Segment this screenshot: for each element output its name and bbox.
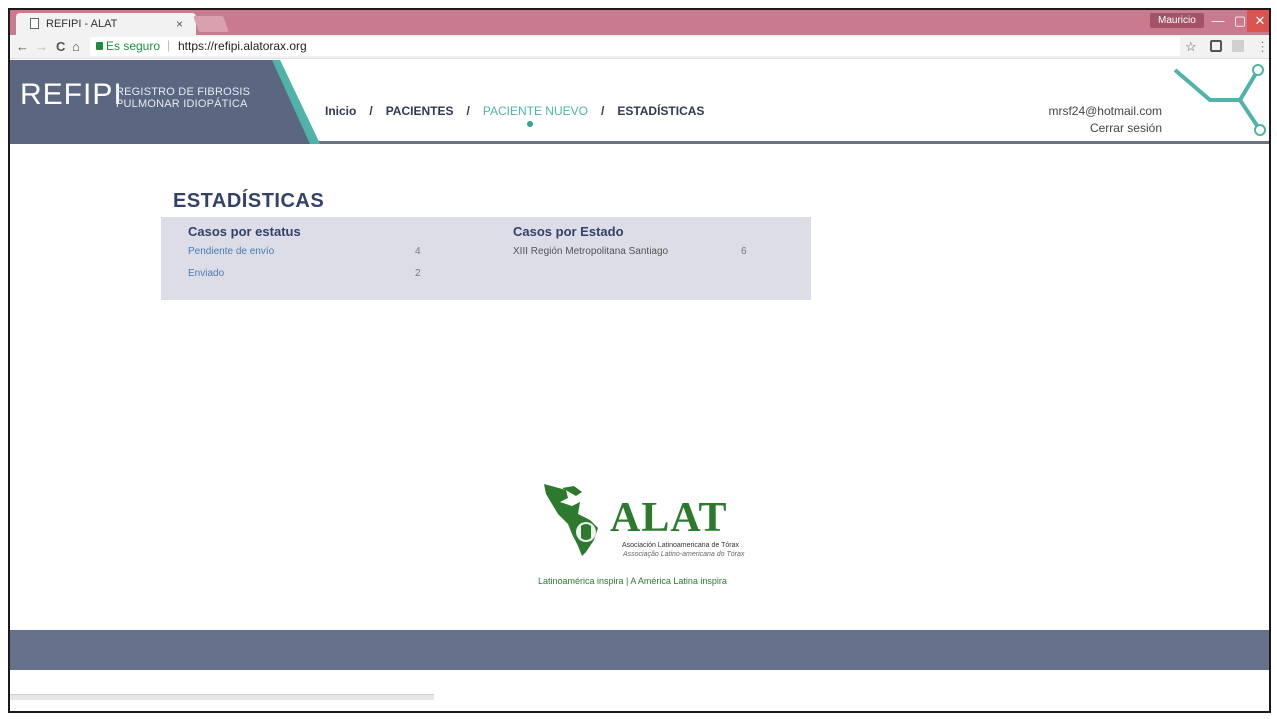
logout-link[interactable]: Cerrar sesión	[1090, 121, 1162, 135]
address-bar[interactable]: Es seguro | https://refipi.alatorax.org	[90, 37, 1180, 56]
alat-logo: ALAT Asociación Latinoamericana de Tórax…	[538, 480, 758, 595]
nav-estadisticas[interactable]: ESTADÍSTICAS	[617, 104, 704, 118]
close-window-button[interactable]: ✕	[1247, 10, 1269, 32]
secure-label: Es seguro	[106, 39, 161, 53]
alat-subtitle-es: Asociación Latinoamericana de Tórax	[622, 542, 739, 549]
status-row-label[interactable]: Pendiente de envío	[188, 246, 274, 257]
back-icon[interactable]: ←	[16, 39, 29, 54]
logo-subtitle: PULMONAR IDIOPÁTICA	[116, 98, 248, 110]
browser-window: REFIPI - ALAT × Mauricio — ▢ ✕ ← → C ⌂ E…	[8, 8, 1271, 713]
status-bar	[10, 694, 434, 700]
lock-icon	[96, 42, 103, 50]
url-text[interactable]: https://refipi.alatorax.org	[178, 39, 307, 53]
new-tab-button[interactable]	[193, 16, 229, 32]
alat-name: ALAT	[610, 495, 728, 541]
page-footer	[10, 630, 1269, 670]
toolbar: ← → C ⌂ Es seguro | https://refipi.alato…	[10, 35, 1269, 59]
alat-subtitle-pt: Associação Latino-americana do Tórax	[623, 551, 745, 558]
active-indicator-dot	[526, 121, 533, 127]
status-section-heading: Casos por estatus	[188, 224, 301, 239]
profile-button[interactable]: Mauricio	[1150, 13, 1204, 28]
tab-title: REFIPI - ALAT	[46, 18, 118, 30]
state-row-label: XIII Región Metropolitana Santiago	[513, 246, 669, 257]
nav-paciente-nuevo-label: PACIENTE NUEVO	[482, 104, 588, 118]
home-icon[interactable]: ⌂	[72, 39, 80, 54]
extension-icon[interactable]	[1232, 40, 1244, 52]
state-row-value: 6	[741, 246, 747, 257]
nav-separator: /	[466, 104, 470, 118]
page-title: ESTADÍSTICAS	[173, 190, 325, 212]
tab-strip: REFIPI - ALAT × Mauricio — ▢ ✕	[10, 10, 1269, 35]
nav-pacientes[interactable]: PACIENTES	[386, 104, 454, 118]
url-separator: |	[167, 38, 171, 52]
user-email: mrsf24@hotmail.com	[1048, 104, 1162, 118]
alat-tagline: Latinoamérica inspira | A América Latina…	[538, 576, 727, 586]
americas-map-icon	[544, 484, 598, 556]
forward-icon[interactable]: →	[35, 39, 48, 54]
page-icon	[30, 18, 39, 29]
app-header: REFIPI REGISTRO DE FIBROSIS PULMONAR IDI…	[10, 60, 1269, 144]
breadcrumb: Inicio / PACIENTES / PACIENTE NUEVO / ESTADÍST…	[325, 104, 704, 127]
molecule-decoration-icon	[1173, 64, 1266, 136]
status-row-value: 4	[415, 246, 421, 257]
logo-text: REFIPI	[20, 78, 123, 111]
reload-icon[interactable]: C	[56, 39, 65, 54]
nav-paciente-nuevo[interactable]: PACIENTE NUEVO	[482, 104, 588, 127]
logo[interactable]: REFIPI REGISTRO DE FIBROSIS PULMONAR IDI…	[10, 60, 320, 144]
stats-panel: Casos por estatus Pendiente de envío 4 E…	[161, 217, 811, 300]
tab-close-icon[interactable]: ×	[176, 17, 183, 31]
browser-tab[interactable]: REFIPI - ALAT ×	[16, 13, 196, 35]
nav-inicio[interactable]: Inicio	[325, 104, 356, 118]
nav-separator: /	[369, 104, 373, 118]
status-row-value: 2	[415, 268, 421, 279]
status-row-label[interactable]: Enviado	[188, 268, 224, 279]
nav-separator: /	[600, 104, 605, 118]
logo-subtitle: REGISTRO DE FIBROSIS	[116, 86, 251, 98]
menu-icon[interactable]: ⋮	[1256, 39, 1269, 55]
state-section-heading: Casos por Estado	[513, 224, 624, 239]
extension-icon[interactable]	[1210, 40, 1222, 52]
star-icon[interactable]: ☆	[1185, 39, 1197, 55]
